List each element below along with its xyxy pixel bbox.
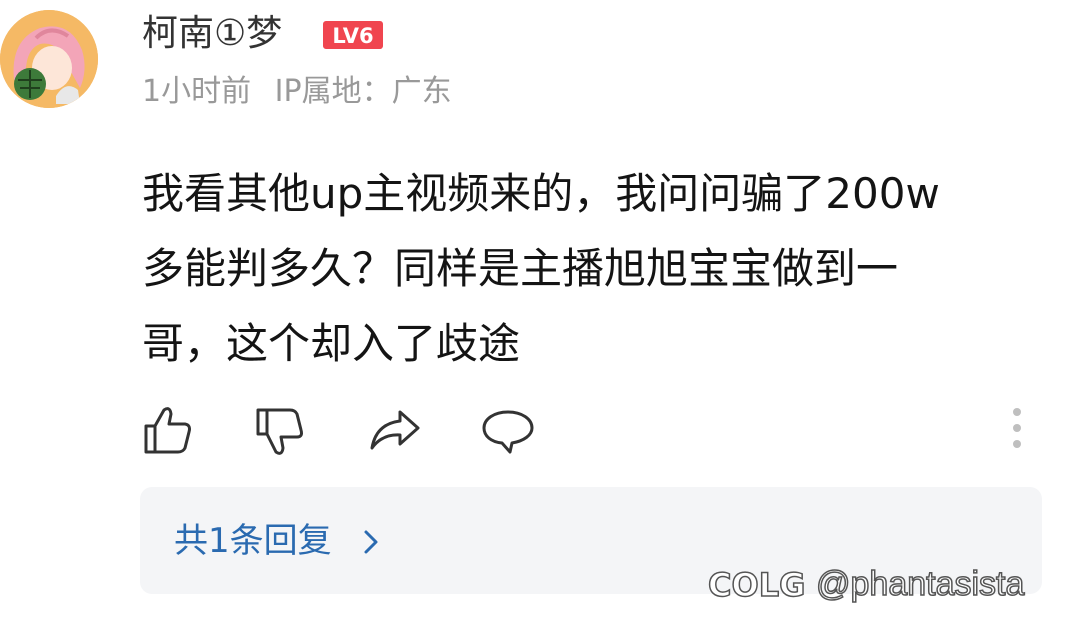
thumbs-up-icon[interactable] <box>140 402 196 458</box>
svg-text:LV6: LV6 <box>332 24 373 48</box>
comment-line: 哥，这个却入了歧途 <box>142 319 521 368</box>
thumbs-down-icon[interactable] <box>252 402 308 458</box>
comment-line: 我看其他up主视频来的，我问问骗了200w <box>142 169 940 218</box>
svg-text:COLG: COLG <box>708 566 805 604</box>
comment-time: 1小时前 <box>142 74 252 109</box>
avatar[interactable] <box>0 10 98 108</box>
ip-location: IP属地：广东 <box>274 74 452 109</box>
more-vertical-icon[interactable] <box>1002 404 1032 452</box>
comment-meta: 1小时前 IP属地：广东 <box>142 72 452 112</box>
username[interactable]: 柯南①梦 <box>142 12 282 56</box>
colg-logo: COLG <box>707 565 806 604</box>
comment-bubble-icon[interactable] <box>480 402 536 458</box>
watermark-handle: @phantasista <box>815 564 1025 604</box>
comment-line: 多能判多久？同样是主播旭旭宝宝做到一 <box>142 244 899 293</box>
share-icon[interactable] <box>366 402 422 458</box>
anime-avatar-icon <box>0 10 98 108</box>
chevron-right-icon <box>364 530 378 554</box>
comment-content: 我看其他up主视频来的，我问问骗了200w 多能判多久？同样是主播旭旭宝宝做到一… <box>142 156 1042 381</box>
reply-count-label: 共1条回复 <box>174 521 332 561</box>
level-badge: LV6 <box>323 21 383 49</box>
